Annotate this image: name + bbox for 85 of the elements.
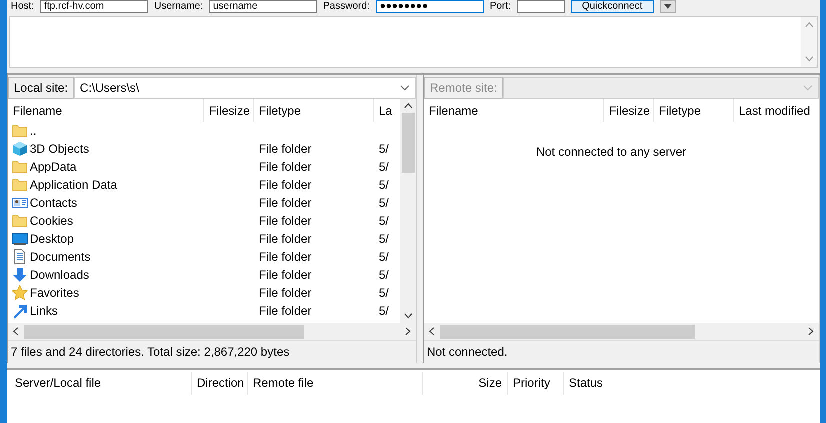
cube-icon [12,141,28,157]
status-text: 7 files and 24 directories. Total size: 2,867,220 bytes [8,340,416,363]
folder-icon [12,213,28,229]
last-modified: 5/ [379,214,390,228]
local-path-dropdown[interactable]: C:\Users\s\ [74,77,416,99]
last-modified: 5/ [379,286,390,300]
document-icon [12,249,28,265]
column-header[interactable]: Size [423,372,508,394]
password-label: Password: [323,1,370,12]
column-header[interactable]: Filesize [604,99,654,122]
file-name[interactable]: Links [30,304,58,318]
scrollbar-thumb[interactable] [24,324,304,338]
column-header[interactable]: Filename [424,99,604,122]
column-header[interactable]: Filetype [254,99,374,122]
folder-icon [12,177,28,193]
file-name[interactable]: .. [30,124,37,138]
column-header[interactable]: Filesize [204,99,254,122]
file-name[interactable]: Documents [30,250,91,264]
column-header[interactable]: La [374,99,400,122]
password-field[interactable]: ●●●●●●●● [376,0,484,13]
chevron-down-icon[interactable] [400,85,410,91]
scrollbar-thumb[interactable] [402,113,414,173]
last-modified: 5/ [379,160,390,174]
last-modified: 5/ [379,250,390,264]
file-name[interactable]: Desktop [30,232,74,246]
folder-icon [12,159,28,175]
file-type: File folder [259,232,312,246]
file-type: File folder [259,178,312,192]
host-field[interactable]: ftp.rcf-hv.com [40,0,148,13]
status-text: Not connected. [424,340,819,363]
scroll-right-icon[interactable] [808,327,814,336]
last-modified: 5/ [379,304,390,318]
contact-card-icon [12,195,28,211]
column-header[interactable]: Priority [508,372,564,394]
file-name[interactable]: Downloads [30,268,90,282]
star-icon [12,285,28,301]
file-type: File folder [259,142,312,156]
column-header[interactable]: Filename [8,99,204,122]
username-field[interactable]: username [209,0,318,13]
file-name[interactable]: Contacts [30,196,78,210]
local-site-label: Local site: [8,77,74,99]
last-modified: 5/ [379,178,390,192]
file-type: File folder [259,304,312,318]
file-type: File folder [259,160,312,174]
column-header[interactable]: Remote file [248,372,423,394]
vertical-scrollbar[interactable] [400,99,416,323]
file-type: File folder [259,214,312,228]
file-type: File folder [259,268,312,282]
host-label: Host: [11,1,34,12]
scroll-left-icon[interactable] [429,327,435,336]
file-name[interactable]: Application Data [30,178,118,192]
remote-site-label: Remote site: [424,77,504,99]
file-type: File folder [259,286,312,300]
file-name[interactable]: Favorites [30,286,80,300]
empty-message: Not connected to any server [536,145,687,159]
file-name[interactable]: AppData [30,160,77,174]
quickconnect-button[interactable]: Quickconnect [571,0,654,13]
port-label: Port: [490,1,512,12]
column-header[interactable]: Status [564,372,664,394]
last-modified: 5/ [379,196,390,210]
down-arrow-icon [12,267,28,283]
last-modified: 5/ [379,232,390,246]
column-header[interactable]: Filetype [654,99,734,122]
column-header[interactable]: Direction [192,372,248,394]
column-header[interactable]: Last modified [734,99,819,122]
file-type: File folder [259,196,312,210]
scroll-up-icon[interactable] [404,103,412,109]
last-modified: 5/ [379,268,390,282]
file-name[interactable]: 3D Objects [30,142,90,156]
folder-icon [12,123,28,139]
username-label: Username: [154,1,204,12]
last-modified: 5/ [379,142,390,156]
port-field[interactable] [517,0,566,13]
scroll-down-icon[interactable] [404,313,412,319]
caret-down-icon [664,4,672,9]
file-name[interactable]: Cookies [30,214,74,228]
shortcut-arrow-icon [12,303,28,319]
file-type: File folder [259,250,312,264]
scrollbar-thumb[interactable] [440,324,695,338]
column-header[interactable]: Server/Local file [7,372,192,394]
scroll-right-icon[interactable] [405,327,411,336]
quickconnect-dropdown-button[interactable] [660,0,676,13]
remote-path-dropdown[interactable] [503,77,819,99]
scroll-left-icon[interactable] [13,327,19,336]
monitor-icon [12,231,28,247]
